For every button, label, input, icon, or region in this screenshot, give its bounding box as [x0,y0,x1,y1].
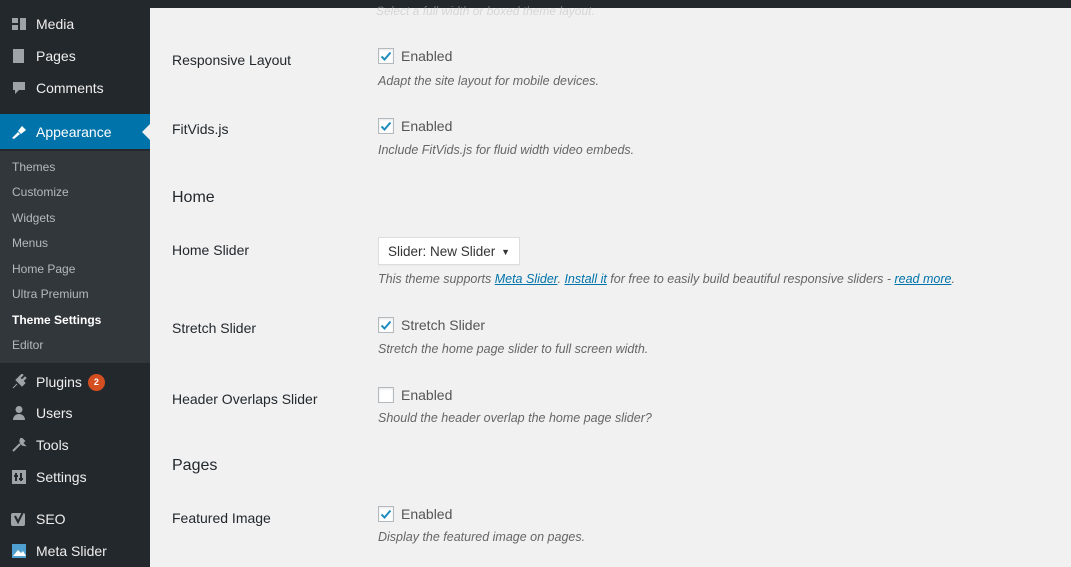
submenu-customize[interactable]: Customize [12,185,69,199]
comments-icon [9,79,29,97]
plugins-update-badge: 2 [87,373,105,391]
checkbox-label: Enabled [401,387,453,403]
header-overlaps-slider-description: Should the header overlap the home page … [378,411,652,425]
featured-image-option[interactable]: Enabled [378,506,452,522]
menu-label: Pages [36,48,76,64]
submenu-theme-settings[interactable]: Theme Settings [12,313,101,327]
section-home-title: Home [172,189,215,206]
responsive-layout-description: Adapt the site layout for mobile devices… [378,74,599,88]
submenu-widgets[interactable]: Widgets [12,211,55,225]
home-slider-label: Home Slider [172,242,250,258]
featured-image-description: Display the featured image on pages. [378,530,586,544]
menu-meta-slider[interactable]: Meta Slider [0,535,150,567]
submenu-themes[interactable]: Themes [12,160,55,174]
seo-icon [9,510,29,528]
select-value: Slider: New Slider [388,243,496,259]
checkbox-label: Enabled [401,48,453,64]
stretch-slider-label: Stretch Slider [172,320,257,336]
header-overlaps-slider-label: Header Overlaps Slider [172,391,318,407]
menu-label: Tools [36,437,69,453]
checkbox-label: Enabled [401,118,453,134]
submenu-editor[interactable]: Editor [12,338,43,352]
home-slider-select[interactable]: Slider: New Slider ▼ [378,237,520,265]
fitvids-checkbox[interactable] [378,118,394,134]
menu-label: Comments [36,80,104,96]
install-it-link[interactable]: Install it [564,272,606,286]
meta-slider-link[interactable]: Meta Slider [495,272,558,286]
menu-plugins[interactable]: Plugins 2 [0,366,150,398]
featured-image-label: Featured Image [172,510,271,526]
submenu-ultra-premium[interactable]: Ultra Premium [12,287,89,301]
read-more-link[interactable]: read more [894,272,951,286]
responsive-layout-option[interactable]: Enabled [378,48,452,64]
stretch-slider-option[interactable]: Stretch Slider [378,317,485,333]
menu-label: SEO [36,511,66,527]
menu-appearance[interactable]: Appearance [0,114,150,149]
admin-sidebar: Media Pages Comments Appearance Themes C… [0,0,150,567]
menu-label: Users [36,405,73,421]
checkbox-label: Stretch Slider [401,317,486,333]
menu-tools[interactable]: Tools [0,429,150,461]
menu-label: Media [36,16,75,32]
menu-label: Plugins [36,374,82,390]
tools-icon [9,436,29,454]
submenu-menus[interactable]: Menus [12,236,48,250]
meta-slider-icon [9,542,29,560]
menu-pages[interactable]: Pages [0,40,150,72]
previous-setting-description: Select a full width or boxed theme layou… [376,4,595,18]
stretch-slider-description: Stretch the home page slider to full scr… [378,342,649,356]
pages-icon [9,47,29,65]
settings-icon [9,468,29,486]
stretch-slider-checkbox[interactable] [378,317,394,333]
header-overlaps-slider-option[interactable]: Enabled [378,387,452,403]
featured-image-checkbox[interactable] [378,506,394,522]
menu-label: Meta Slider [36,543,107,559]
menu-seo[interactable]: SEO [0,503,150,535]
home-slider-description: This theme supports Meta Slider. Install… [378,272,955,286]
menu-users[interactable]: Users [0,397,150,429]
menu-media[interactable]: Media [0,8,150,40]
responsive-layout-checkbox[interactable] [378,48,394,64]
appearance-submenu: Themes Customize Widgets Menus Home Page… [0,151,150,363]
fitvids-option[interactable]: Enabled [378,118,452,134]
fitvids-description: Include FitVids.js for fluid width video… [378,143,635,157]
menu-comments[interactable]: Comments [0,72,150,104]
media-icon [9,15,29,33]
dropdown-arrow-icon: ▼ [501,247,510,257]
menu-label: Appearance [36,123,112,140]
submenu-home-page[interactable]: Home Page [12,262,75,276]
menu-settings[interactable]: Settings [0,461,150,493]
menu-label: Settings [36,469,87,485]
plugins-icon [9,373,29,391]
checkbox-label: Enabled [401,506,453,522]
users-icon [9,404,29,422]
appearance-icon [9,123,29,141]
responsive-layout-label: Responsive Layout [172,52,292,68]
fitvids-label: FitVids.js [172,121,229,137]
section-pages-title: Pages [172,457,218,474]
header-overlaps-slider-checkbox[interactable] [378,387,394,403]
top-bar [150,0,1071,8]
